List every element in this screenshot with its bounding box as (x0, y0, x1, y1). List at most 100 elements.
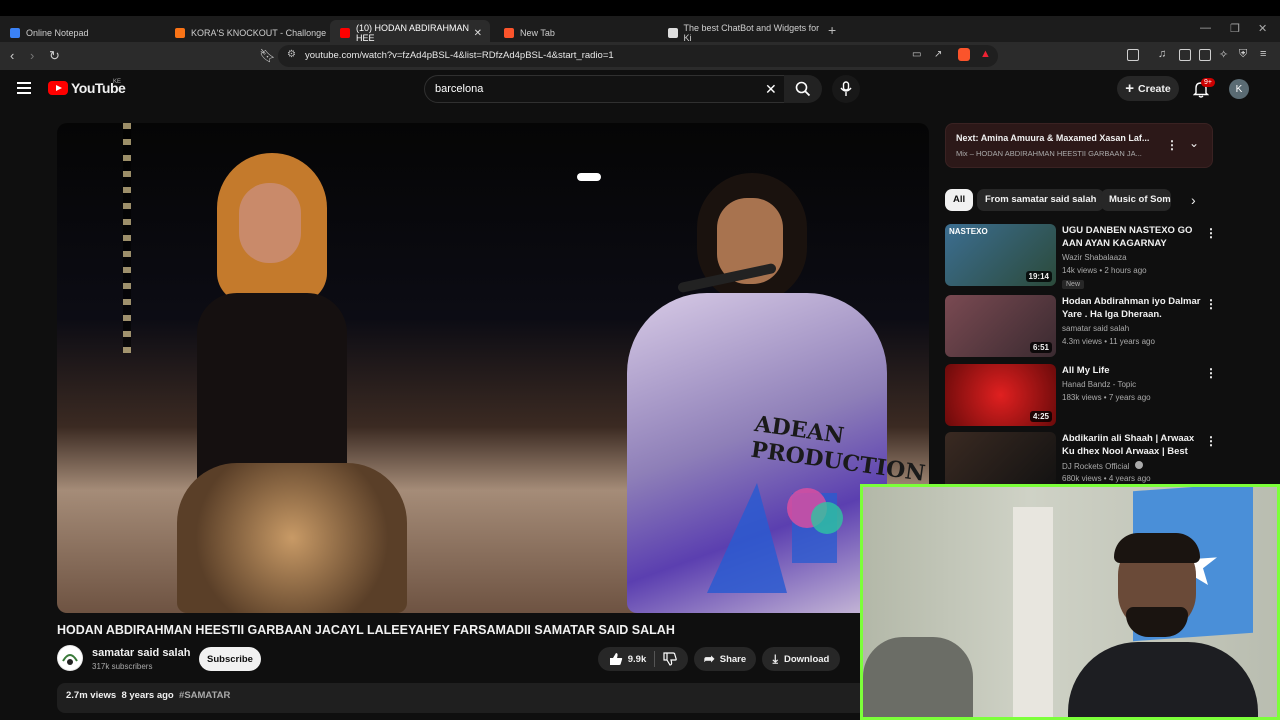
divider (654, 651, 656, 667)
notification-count: 9+ (1201, 78, 1215, 87)
chatbot-icon (668, 28, 678, 38)
like-dislike-group: 9.9k (598, 647, 688, 671)
video-player[interactable]: ADEAN PRODUCTION (57, 123, 929, 613)
rewards-icon[interactable]: ▲ (980, 48, 991, 60)
video-duration: 6:51 (1029, 342, 1052, 353)
close-tab-icon[interactable]: ✕ (474, 28, 482, 39)
url-field[interactable]: ⚙ youtube.com/watch?v=fzAd4pBSL-4&list=R… (278, 45, 998, 67)
view-count: 2.7m views (66, 690, 117, 701)
mix-playlist-panel[interactable]: Next: Amina Amuura & Maxamed Xasan Laf..… (945, 123, 1213, 168)
like-button[interactable]: 9.9k (609, 652, 646, 666)
chip-all[interactable]: All (945, 189, 974, 211)
plus-icon: + (1125, 80, 1135, 97)
next-title-text: Amina Amuura & Maxamed Xasan Laf... (980, 133, 1150, 143)
watermark-logo-icon (697, 463, 847, 603)
recommendation-title: UGU DANBEN NASTEXO GO AAN AYAN KAGARNAY … (1062, 225, 1193, 249)
recommendation-meta: 183k views • 7 years ago (1062, 393, 1151, 402)
tab-title: Online Notepad (26, 28, 89, 38)
recommendation-channel[interactable]: Wazir Shabalaaza (1062, 253, 1127, 262)
chip-channel[interactable]: From samatar said salah (977, 189, 1105, 211)
channel-name[interactable]: samatar said salah (92, 647, 190, 659)
cast-icon[interactable]: ▭ (912, 49, 921, 60)
more-options-icon[interactable]: ⋮ (1205, 297, 1217, 311)
share-button[interactable]: ➦ Share (694, 647, 756, 671)
new-badge: New (1062, 280, 1085, 289)
recommendation-item[interactable]: 6:51 Hodan Abdirahman iyo Dalmar Yare . … (945, 295, 1220, 357)
tab-title: The best ChatBot and Widgets for Ki (683, 23, 820, 43)
recommendation-item[interactable]: 4:25 All My Life Hanad Bandz - Topic 183… (945, 364, 1220, 426)
download-icon: ⤓ (772, 651, 778, 666)
video-duration: 19:14 (1025, 271, 1052, 282)
search-button[interactable] (784, 75, 822, 103)
video-title: HODAN ABDIRAHMAN HEESTII GARBAAN JACAYL … (57, 623, 675, 637)
recommendation-item[interactable]: NASTEXO 19:14 UGU DANBEN NASTEXO GO AAN … (945, 224, 1220, 289)
more-options-icon[interactable]: ⋮ (1166, 138, 1178, 152)
country-code: KE (113, 79, 122, 85)
webcam-overlay (860, 484, 1280, 720)
voice-search-button[interactable] (832, 75, 860, 103)
challonge-icon (175, 28, 185, 38)
chevron-right-icon[interactable]: › (1191, 192, 1196, 208)
shelf-shape (1013, 507, 1053, 717)
share-page-icon[interactable]: ↗ (934, 49, 942, 60)
download-button[interactable]: ⤓ Download (762, 647, 840, 671)
brave-icon (504, 28, 514, 38)
vpn-icon[interactable]: ⛨ (1239, 48, 1247, 61)
avatar-letter: K (1235, 83, 1243, 95)
back-icon[interactable]: ‹ (10, 48, 14, 63)
extensions-icon[interactable]: ✧ (1219, 48, 1228, 61)
video-thumbnail[interactable]: 6:51 (945, 295, 1056, 357)
new-tab-icon[interactable]: + (828, 22, 836, 38)
hashtag[interactable]: #SAMATAR (179, 690, 230, 701)
address-bar: ‹ › ↻ 🔖︎ ⚙ youtube.com/watch?v=fzAd4pBSL… (0, 42, 1280, 70)
tab-title: KORA'S KNOCKOUT - Challonge (191, 28, 327, 38)
download-label: Download (783, 653, 830, 665)
video-thumbnail[interactable]: 4:25 (945, 364, 1056, 426)
video-meta: 2.7m views 8 years ago #SAMATAR (66, 690, 230, 701)
account-avatar[interactable]: K (1229, 79, 1249, 99)
channel-avatar[interactable] (57, 645, 83, 671)
singer-left-figure (177, 143, 407, 613)
bookmark-icon[interactable]: 🔖︎ (259, 48, 276, 64)
site-info-icon[interactable]: ⚙ (287, 49, 296, 60)
recommendation-channel[interactable]: DJ Rockets Official (1062, 461, 1143, 471)
close-window-icon[interactable]: ✕ (1258, 22, 1267, 35)
recommendation-channel[interactable]: samatar said salah (1062, 324, 1129, 333)
reader-icon[interactable] (1179, 49, 1191, 61)
music-icon[interactable]: ♫ (1158, 48, 1166, 60)
chevron-down-icon[interactable]: ⌄ (1189, 136, 1199, 150)
more-options-icon[interactable]: ⋮ (1205, 434, 1217, 448)
video-thumbnail[interactable]: NASTEXO 19:14 (945, 224, 1056, 286)
forward-icon[interactable]: › (30, 48, 34, 63)
search-icon (795, 81, 811, 97)
hamburger-menu-icon[interactable] (17, 82, 31, 97)
minimize-icon[interactable]: — (1200, 22, 1211, 34)
recommendation-title: Hodan Abdirahman iyo Dalmar Yare . Ha Ig… (1062, 296, 1201, 320)
wallet-icon[interactable] (1199, 49, 1211, 61)
menu-icon[interactable]: ≡ (1260, 48, 1266, 60)
more-options-icon[interactable]: ⋮ (1205, 366, 1217, 380)
chip-music[interactable]: Music of Somal (1101, 189, 1171, 211)
recommendation-channel[interactable]: Hanad Bandz - Topic (1062, 380, 1136, 389)
youtube-logo-icon[interactable] (48, 81, 68, 95)
maximize-icon[interactable]: ❐ (1230, 22, 1240, 35)
recommendation-title: All My Life (1062, 365, 1110, 376)
verified-icon (1134, 461, 1143, 469)
search-input[interactable]: barcelona ✕ (424, 75, 786, 103)
description-box[interactable]: 2.7m views 8 years ago #SAMATAR (57, 683, 867, 713)
subscribe-button[interactable]: Subscribe (199, 647, 261, 671)
chair-shape (863, 637, 973, 717)
channel-label: DJ Rockets Official (1062, 462, 1130, 471)
share-label: Share (719, 653, 747, 665)
clear-search-icon[interactable]: ✕ (765, 81, 777, 98)
sidebar-icon[interactable] (1127, 49, 1139, 61)
create-button[interactable]: + Create (1117, 76, 1179, 101)
youtube-icon (340, 28, 350, 38)
thumbs-down-icon[interactable] (663, 652, 678, 666)
reload-icon[interactable]: ↻ (49, 48, 60, 64)
brave-shield-icon[interactable] (958, 48, 970, 61)
search-value: barcelona (435, 83, 484, 95)
mix-subtitle: Mix – HODAN ABDIRAHMAN HEESTII GARBAAN J… (956, 149, 1142, 158)
youtube-header: YouTube KE barcelona ✕ + Create 9+ K (0, 70, 1280, 108)
more-options-icon[interactable]: ⋮ (1205, 226, 1217, 240)
